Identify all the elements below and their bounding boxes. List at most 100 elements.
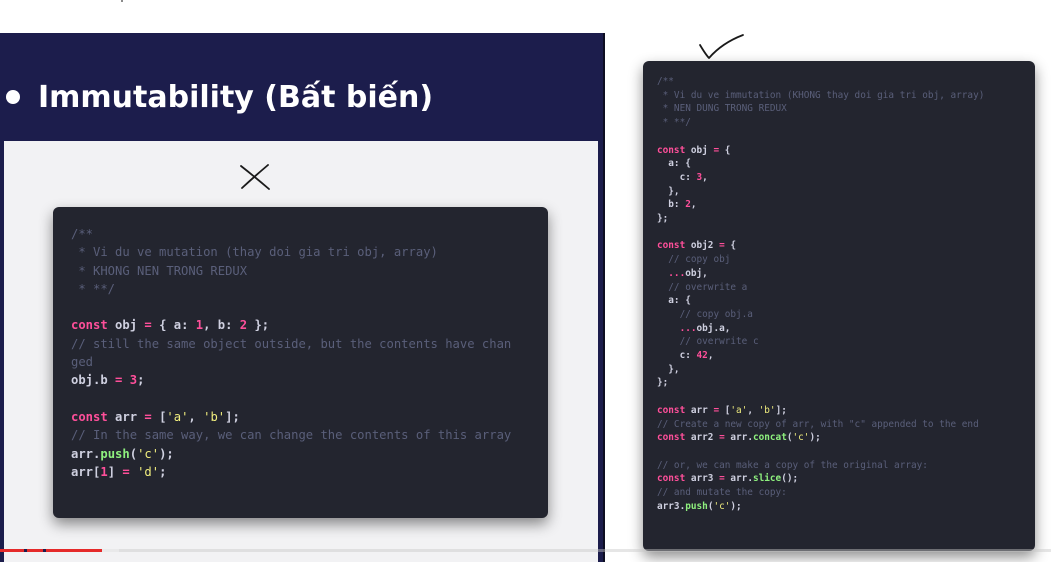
code-token: 'c' [713,500,731,512]
code-token: const [657,473,691,485]
code-token: // copy obj.a [657,308,753,320]
code-token: ( [129,446,138,461]
check-mark-icon [699,34,744,59]
code-line: obj.b = 3; [71,373,144,387]
progress-played [0,549,102,552]
code-line: const arr3 = arr.slice(); [657,473,798,484]
code-token: = [713,240,731,252]
code-token: ; [159,464,167,479]
code-token: arr3 [690,473,714,485]
code-line: // Create a new copy of arr, with "c" ap… [657,419,979,430]
code-token: * **/ [657,117,691,129]
code-token: }; [657,213,669,225]
code-line: const obj = { [657,145,730,156]
code-token: = [713,473,731,485]
code-token: c: [657,350,697,362]
code-token: arr[ [71,464,101,479]
code-line: }; [657,213,668,224]
slide-divider [603,33,605,562]
code-token: (); [781,473,799,485]
code-token: 'c' [792,432,810,444]
code-line: * **/ [71,282,115,296]
code-line: ...obj, [657,268,708,279]
code-token: // In the same way, we can change the co… [71,428,512,443]
code-token: obj2 [690,240,714,252]
code-line: // and mutate the copy: [657,487,787,498]
code-token: a: { [657,158,691,170]
mutation-code-card: /** * Vi du ve mutation (thay doi gia tr… [53,207,548,518]
code-token: , b: [203,318,240,333]
code-token: ]; [775,404,787,416]
code-token: // overwrite a [657,281,748,293]
code-line: const arr = ['a', 'b']; [71,410,240,424]
video-progress-bar[interactable] [0,549,1051,552]
code-token: arr3. [657,500,686,512]
code-token: arr [115,409,138,424]
code-line: }; [657,377,668,388]
code-token: ged [71,355,94,370]
code-token: = [707,404,725,416]
code-token: slice [752,473,782,485]
code-token: 'b' [758,404,776,416]
code-token: = [137,409,160,424]
code-token: obj.a, [696,322,731,334]
cross-mark-icon [240,164,270,190]
code-line: * Vi du ve mutation (thay doi gia tri ob… [71,245,438,259]
code-token: 'a' [166,409,189,424]
code-line: // copy obj.a [657,309,753,320]
code-token: = [122,464,138,479]
code-token: { [730,240,737,252]
code-token: }, [657,185,680,197]
code-line: // still the same object outside, but th… [71,337,511,351]
code-token: c: [657,171,697,183]
code-token: ; [137,373,145,388]
code-line: ...obj.a, [657,322,731,334]
code-line: a: { [657,158,691,169]
code-token: b: [657,199,686,211]
code-line: b: 2, [657,199,696,211]
code-token: { [724,144,731,156]
code-token: concat [752,432,787,444]
code-token: 'd' [137,464,160,479]
code-token: const [657,144,691,156]
code-line: }, [657,363,680,375]
code-token: ); [730,500,742,512]
code-token: const [71,318,116,333]
code-token: const [657,240,691,252]
code-token: = [115,373,130,388]
code-token: , [707,350,714,362]
slide-title: Immutability (Bất biến) [38,79,434,115]
code-token: 'c' [137,446,160,461]
code-line: ged [71,355,93,369]
code-line: a: { [657,295,691,306]
code-token: a: { [657,295,691,307]
code-token: ]; [225,409,240,424]
code-line: * Vi du ve immutation (KHONG thay doi gi… [657,90,985,101]
code-line: }, [657,185,680,197]
code-token: }, [657,363,680,375]
code-token: 1 [100,464,108,479]
code-line: const obj = { a: 1, b: 2 }; [71,318,269,332]
code-token: * **/ [71,281,116,296]
code-token: arr. [71,446,101,461]
code-token: = [713,432,731,444]
code-token: // Create a new copy of arr, with "c" ap… [657,418,979,430]
code-line: * NEN DUNG TRONG REDUX [657,103,787,114]
code-token: /** [657,76,674,87]
code-token: push [685,500,708,512]
slide-heading: Immutability (Bất biến) [0,76,604,118]
code-line: // In the same way, we can change the co… [71,428,511,442]
code-token: // overwrite c [657,336,759,348]
immutation-code-card: /** * Vi du ve immutation (KHONG thay do… [643,61,1035,551]
code-token: 1 [195,318,204,333]
code-token: arr2 [690,432,714,444]
code-token: * Vi du ve mutation (thay doi gia tri ob… [71,245,438,260]
code-token: const [657,432,691,444]
chapter-gap [24,549,27,552]
code-token: ... [657,267,686,279]
code-token: }; [657,377,669,389]
code-token: // still the same object outside, but th… [71,336,512,351]
code-line: * KHONG NEN TRONG REDUX [71,264,247,278]
code-line: /** [71,227,93,241]
code-token: const [71,409,116,424]
